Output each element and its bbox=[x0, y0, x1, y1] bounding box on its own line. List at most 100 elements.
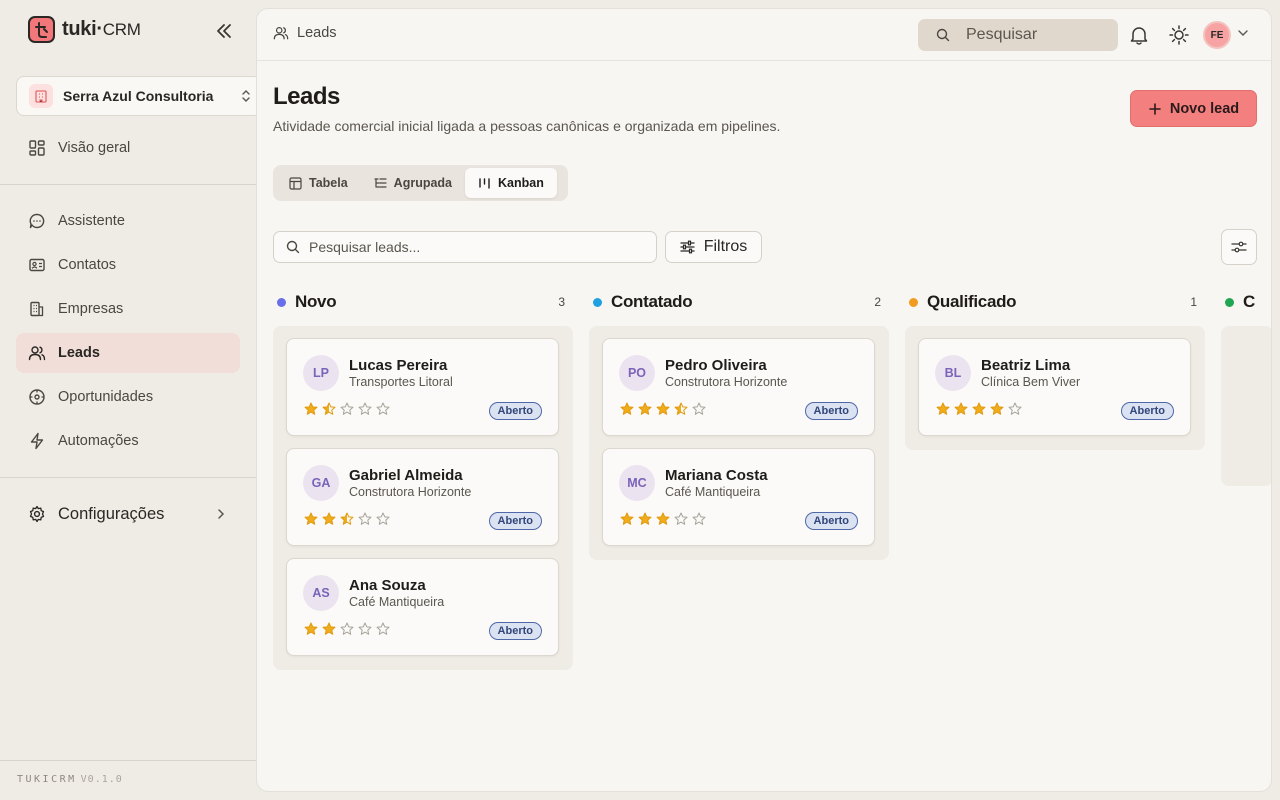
sidebar-divider bbox=[0, 760, 256, 761]
lead-card[interactable]: LP Lucas Pereira Transportes Litoral Aberto bbox=[286, 338, 559, 436]
lead-card[interactable]: PO Pedro Oliveira Construtora Horizonte Abe… bbox=[602, 338, 875, 436]
star-icon[interactable] bbox=[935, 402, 951, 416]
star-icon[interactable] bbox=[375, 402, 391, 416]
breadcrumb: Leads bbox=[273, 25, 337, 41]
star-icon[interactable] bbox=[971, 402, 987, 416]
kanban-column: BL Beatriz Lima Clínica Bem Viver Aberto bbox=[905, 326, 1205, 450]
star-icon[interactable] bbox=[673, 402, 689, 416]
column-status-dot bbox=[593, 297, 602, 307]
star-icon[interactable] bbox=[619, 512, 635, 526]
column-count: 3 bbox=[558, 295, 565, 309]
star-icon[interactable] bbox=[655, 402, 671, 416]
lead-avatar: GA bbox=[303, 465, 339, 501]
theme-toggle-button[interactable] bbox=[1166, 22, 1192, 48]
sidebar-divider bbox=[0, 477, 256, 478]
sidebar-item-contacts[interactable]: Contatos bbox=[16, 245, 240, 285]
star-icon[interactable] bbox=[357, 402, 373, 416]
kanban-column bbox=[1221, 326, 1271, 486]
sidebar: tuki·CRM Serra Azul Consultoria Visão ge… bbox=[0, 0, 262, 800]
global-search-placeholder: Pesquisar bbox=[966, 26, 1038, 43]
tab-table[interactable]: Tabela bbox=[276, 168, 361, 198]
lead-name: Ana Souza bbox=[349, 577, 426, 594]
star-icon[interactable] bbox=[619, 402, 635, 416]
collapse-sidebar-button[interactable] bbox=[213, 20, 235, 42]
star-icon[interactable] bbox=[375, 622, 391, 636]
kanban-column-header: Contatado 2 bbox=[593, 291, 881, 313]
kanban-icon bbox=[479, 177, 490, 189]
chevron-right-icon bbox=[218, 509, 225, 519]
star-icon[interactable] bbox=[339, 402, 355, 416]
lead-name: Lucas Pereira bbox=[349, 357, 448, 374]
users-icon bbox=[273, 27, 289, 40]
user-avatar[interactable]: FE bbox=[1203, 21, 1231, 49]
tab-grouped[interactable]: Agrupada bbox=[361, 168, 465, 198]
sidebar-item-leads[interactable]: Leads bbox=[16, 333, 240, 373]
star-icon[interactable] bbox=[673, 512, 689, 526]
star-icon[interactable] bbox=[321, 512, 337, 526]
lead-rating[interactable] bbox=[303, 512, 391, 526]
lead-card[interactable]: GA Gabriel Almeida Construtora Horizonte Ab… bbox=[286, 448, 559, 546]
lead-name: Pedro Oliveira bbox=[665, 357, 767, 374]
chevron-down-icon[interactable] bbox=[1237, 28, 1249, 38]
column-count: 1 bbox=[1190, 295, 1197, 309]
sun-icon bbox=[1169, 25, 1189, 45]
star-icon[interactable] bbox=[339, 622, 355, 636]
star-icon[interactable] bbox=[375, 512, 391, 526]
search-icon bbox=[286, 240, 300, 254]
chevrons-left-icon bbox=[217, 24, 231, 38]
star-icon[interactable] bbox=[303, 402, 319, 416]
star-icon[interactable] bbox=[1007, 402, 1023, 416]
star-icon[interactable] bbox=[339, 512, 355, 526]
dashboard-icon bbox=[29, 140, 45, 156]
lead-rating[interactable] bbox=[619, 512, 707, 526]
status-badge: Aberto bbox=[1120, 402, 1174, 420]
star-icon[interactable] bbox=[303, 622, 319, 636]
lead-search-placeholder: Pesquisar leads... bbox=[309, 239, 421, 255]
star-icon[interactable] bbox=[357, 512, 373, 526]
sidebar-item-companies[interactable]: Empresas bbox=[16, 289, 240, 329]
column-status-dot bbox=[277, 297, 286, 307]
star-icon[interactable] bbox=[637, 512, 653, 526]
organization-switcher[interactable]: Serra Azul Consultoria bbox=[16, 76, 262, 116]
star-icon[interactable] bbox=[989, 402, 1005, 416]
lead-card[interactable]: AS Ana Souza Café Mantiqueira Aberto bbox=[286, 558, 559, 656]
sidebar-item-automations[interactable]: Automações bbox=[16, 421, 240, 461]
star-icon[interactable] bbox=[321, 622, 337, 636]
lead-rating[interactable] bbox=[303, 622, 391, 636]
tab-label: Tabela bbox=[309, 176, 348, 190]
star-icon[interactable] bbox=[637, 402, 653, 416]
sidebar-item-overview[interactable]: Visão geral bbox=[16, 128, 240, 168]
sidebar-item-settings[interactable]: Configurações bbox=[16, 494, 240, 534]
page-subtitle: Atividade comercial inicial ligada a pes… bbox=[273, 118, 781, 134]
sidebar-item-label: Contatos bbox=[58, 257, 117, 273]
lead-search-input[interactable]: Pesquisar leads... bbox=[273, 231, 657, 263]
top-bar: Leads Pesquisar FE bbox=[257, 9, 1271, 61]
lead-rating[interactable] bbox=[935, 402, 1023, 416]
star-icon[interactable] bbox=[691, 512, 707, 526]
settings-sliders-icon bbox=[1231, 241, 1247, 253]
sidebar-item-opportunities[interactable]: Oportunidades bbox=[16, 377, 240, 417]
tab-kanban[interactable]: Kanban bbox=[465, 168, 557, 198]
star-icon[interactable] bbox=[357, 622, 373, 636]
chat-bubble-icon bbox=[29, 213, 45, 229]
brand-logo[interactable]: tuki·CRM bbox=[28, 16, 141, 43]
filters-button[interactable]: Filtros bbox=[665, 231, 762, 263]
notifications-button[interactable] bbox=[1126, 22, 1152, 48]
lead-rating[interactable] bbox=[619, 402, 707, 416]
lead-card[interactable]: BL Beatriz Lima Clínica Bem Viver Aberto bbox=[918, 338, 1191, 436]
lead-rating[interactable] bbox=[303, 402, 391, 416]
sidebar-item-assistant[interactable]: Assistente bbox=[16, 201, 240, 241]
star-icon[interactable] bbox=[655, 512, 671, 526]
star-icon[interactable] bbox=[691, 402, 707, 416]
building-icon bbox=[29, 84, 53, 108]
lead-avatar: LP bbox=[303, 355, 339, 391]
star-icon[interactable] bbox=[953, 402, 969, 416]
table-icon bbox=[289, 176, 302, 190]
new-lead-button[interactable]: Novo lead bbox=[1130, 90, 1257, 127]
lead-card[interactable]: MC Mariana Costa Café Mantiqueira Aberto bbox=[602, 448, 875, 546]
star-icon[interactable] bbox=[303, 512, 319, 526]
global-search-input[interactable]: Pesquisar bbox=[918, 19, 1118, 51]
lead-avatar: BL bbox=[935, 355, 971, 391]
star-icon[interactable] bbox=[321, 402, 337, 416]
view-settings-button[interactable] bbox=[1221, 229, 1257, 265]
